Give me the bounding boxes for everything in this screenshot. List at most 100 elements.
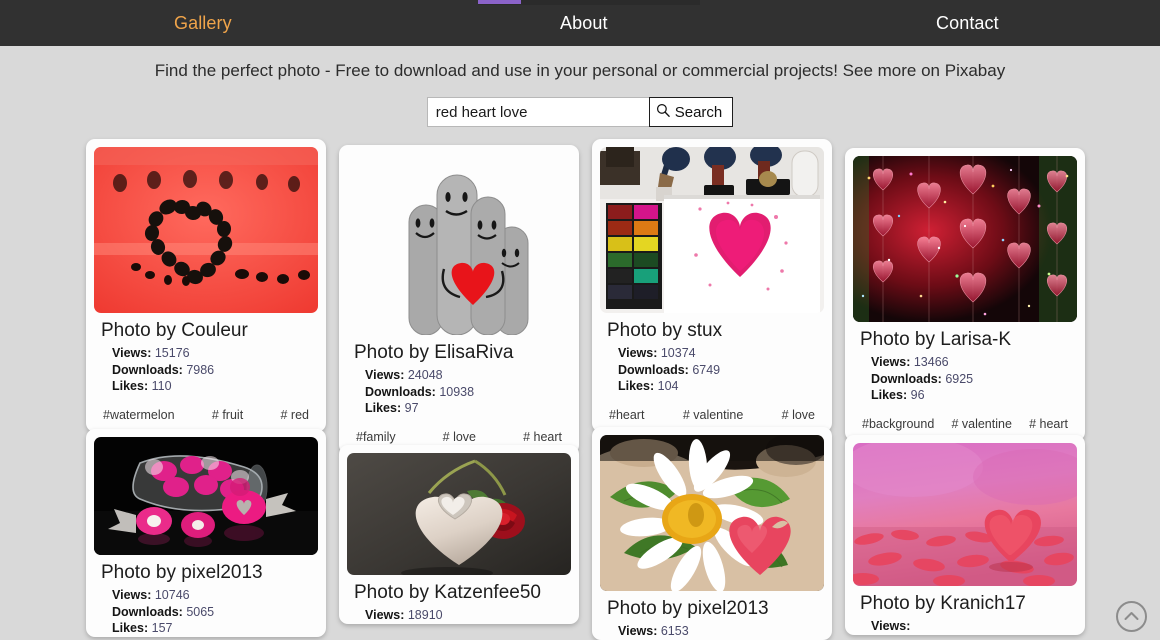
photo-views: Views: 10746 xyxy=(101,587,311,604)
photo-thumbnail[interactable] xyxy=(94,437,318,555)
views-label: Views: xyxy=(871,619,911,633)
photo-views: Views: xyxy=(860,618,1070,635)
photo-likes: Likes: 104 xyxy=(607,378,817,395)
likes-label: Likes: xyxy=(618,379,655,393)
photo-card[interactable]: Photo by pixel2013 Views: 6153 xyxy=(592,427,832,640)
photo-title: Photo by stux xyxy=(607,320,723,341)
views-label: Views: xyxy=(112,346,152,360)
tag[interactable]: # valentine xyxy=(951,417,1011,431)
photo-views: Views: 13466 xyxy=(860,354,1070,371)
views-label: Views: xyxy=(112,588,152,602)
likes-value: 97 xyxy=(404,401,419,415)
photo-thumbnail[interactable] xyxy=(347,453,571,575)
search-button-label: Search xyxy=(674,103,723,121)
search-icon xyxy=(656,103,671,122)
tag[interactable]: # red xyxy=(281,408,310,422)
downloads-label: Downloads: xyxy=(871,371,942,386)
downloads-value: 6749 xyxy=(692,362,721,377)
photo-thumbnail[interactable] xyxy=(94,147,318,313)
photo-card[interactable]: Photo by Kranich17 Views: xyxy=(845,435,1085,635)
photo-card-body: Photo by Katzenfee50 Views: 18910 xyxy=(347,575,571,624)
tag[interactable]: # heart xyxy=(1029,417,1068,431)
photo-card[interactable]: Photo by pixel2013 Views: 10746 Download… xyxy=(86,429,326,637)
photo-card-body: Photo by stux Views: 10374 Downloads: 67… xyxy=(600,313,824,432)
tag[interactable]: #watermelon xyxy=(103,408,175,422)
photo-thumbnail[interactable] xyxy=(600,435,824,591)
views-value: 18910 xyxy=(407,608,443,622)
search-input[interactable] xyxy=(426,97,649,127)
photo-card-body: Photo by ElisaRiva Views: 24048 Download… xyxy=(347,335,571,454)
page-tagline: Find the perfect photo - Free to downloa… xyxy=(154,61,1006,80)
likes-label: Likes: xyxy=(871,388,908,402)
photo-thumbnail[interactable] xyxy=(600,147,824,313)
downloads-label: Downloads: xyxy=(618,362,689,377)
photo-tags: #heart # valentine # love xyxy=(607,395,817,432)
photo-downloads: Downloads: 6925 xyxy=(860,371,1070,388)
photo-views: Views: 24048 xyxy=(354,367,564,384)
likes-value: 157 xyxy=(151,621,173,635)
photo-thumbnail[interactable] xyxy=(853,443,1077,586)
scroll-to-top-button[interactable] xyxy=(1116,601,1147,632)
likes-value: 110 xyxy=(151,379,172,393)
photo-title: Photo by ElisaRiva xyxy=(354,342,514,363)
views-label: Views: xyxy=(618,346,658,360)
downloads-value: 10938 xyxy=(439,384,475,399)
photo-card-body: Photo by Kranich17 Views: xyxy=(853,586,1077,635)
photo-card[interactable]: Photo by ElisaRiva Views: 24048 Download… xyxy=(339,145,579,454)
photo-likes: Likes: 97 xyxy=(354,400,564,417)
nav-link-about[interactable]: About xyxy=(560,12,608,34)
photo-likes: Likes: 96 xyxy=(860,387,1070,404)
photo-downloads: Downloads: 6749 xyxy=(607,362,817,379)
downloads-label: Downloads: xyxy=(112,604,183,619)
tag[interactable]: # love xyxy=(782,408,815,422)
photo-views: Views: 18910 xyxy=(354,607,564,624)
likes-label: Likes: xyxy=(112,379,149,393)
likes-value: 104 xyxy=(657,379,679,393)
views-value: 10746 xyxy=(154,588,190,602)
photo-card[interactable]: Photo by Katzenfee50 Views: 18910 xyxy=(339,445,579,624)
photo-downloads: Downloads: 5065 xyxy=(101,604,311,621)
tag[interactable]: # fruit xyxy=(212,408,243,422)
nav-link-gallery[interactable]: Gallery xyxy=(174,12,232,34)
photo-card[interactable]: Photo by Couleur Views: 15176 Downloads:… xyxy=(86,139,326,432)
photo-title: Photo by Couleur xyxy=(101,320,248,341)
views-value: 6153 xyxy=(660,624,689,638)
photo-card[interactable]: Photo by stux Views: 10374 Downloads: 67… xyxy=(592,139,832,432)
nav-link-contact[interactable]: Contact xyxy=(936,12,999,34)
photo-title: Photo by Katzenfee50 xyxy=(354,582,541,603)
downloads-label: Downloads: xyxy=(365,384,436,399)
downloads-value: 6925 xyxy=(945,371,974,386)
tag[interactable]: # valentine xyxy=(683,408,743,422)
photo-downloads: Downloads: 7986 xyxy=(101,362,311,379)
photo-title: Photo by pixel2013 xyxy=(101,562,263,583)
views-label: Views: xyxy=(365,608,405,622)
photo-title: Photo by Larisa-K xyxy=(860,329,1012,350)
tag[interactable]: # love xyxy=(443,430,476,444)
likes-label: Likes: xyxy=(112,621,149,635)
tag[interactable]: # heart xyxy=(523,430,562,444)
views-value: 15176 xyxy=(154,346,190,360)
photo-card-body: Photo by Larisa-K Views: 13466 Downloads… xyxy=(853,322,1077,441)
likes-value: 96 xyxy=(910,388,925,402)
photo-likes: Likes: 110 xyxy=(101,378,311,395)
photo-thumbnail[interactable] xyxy=(853,156,1077,322)
photo-title: Photo by pixel2013 xyxy=(607,598,769,619)
tag[interactable]: #background xyxy=(862,417,934,431)
photo-likes: Likes: 157 xyxy=(101,620,311,637)
photo-card-body: Photo by pixel2013 Views: 6153 xyxy=(600,591,824,640)
tag[interactable]: #family xyxy=(356,430,396,444)
photo-views: Views: 15176 xyxy=(101,345,311,362)
photo-tags: #watermelon # fruit # red xyxy=(101,395,311,432)
views-label: Views: xyxy=(618,624,658,638)
photo-views: Views: 6153 xyxy=(607,623,817,640)
photo-card-body: Photo by Couleur Views: 15176 Downloads:… xyxy=(94,313,318,432)
photo-gallery-grid: Photo by Couleur Views: 15176 Downloads:… xyxy=(0,139,1160,640)
search-button[interactable]: Search xyxy=(648,97,734,127)
photo-card[interactable]: Photo by Larisa-K Views: 13466 Downloads… xyxy=(845,148,1085,441)
tag[interactable]: #heart xyxy=(609,408,644,422)
photo-thumbnail[interactable] xyxy=(347,153,571,335)
photo-title: Photo by Kranich17 xyxy=(860,593,1026,614)
downloads-value: 7986 xyxy=(186,362,215,377)
photo-card-body: Photo by pixel2013 Views: 10746 Download… xyxy=(94,555,318,637)
views-label: Views: xyxy=(365,368,405,382)
